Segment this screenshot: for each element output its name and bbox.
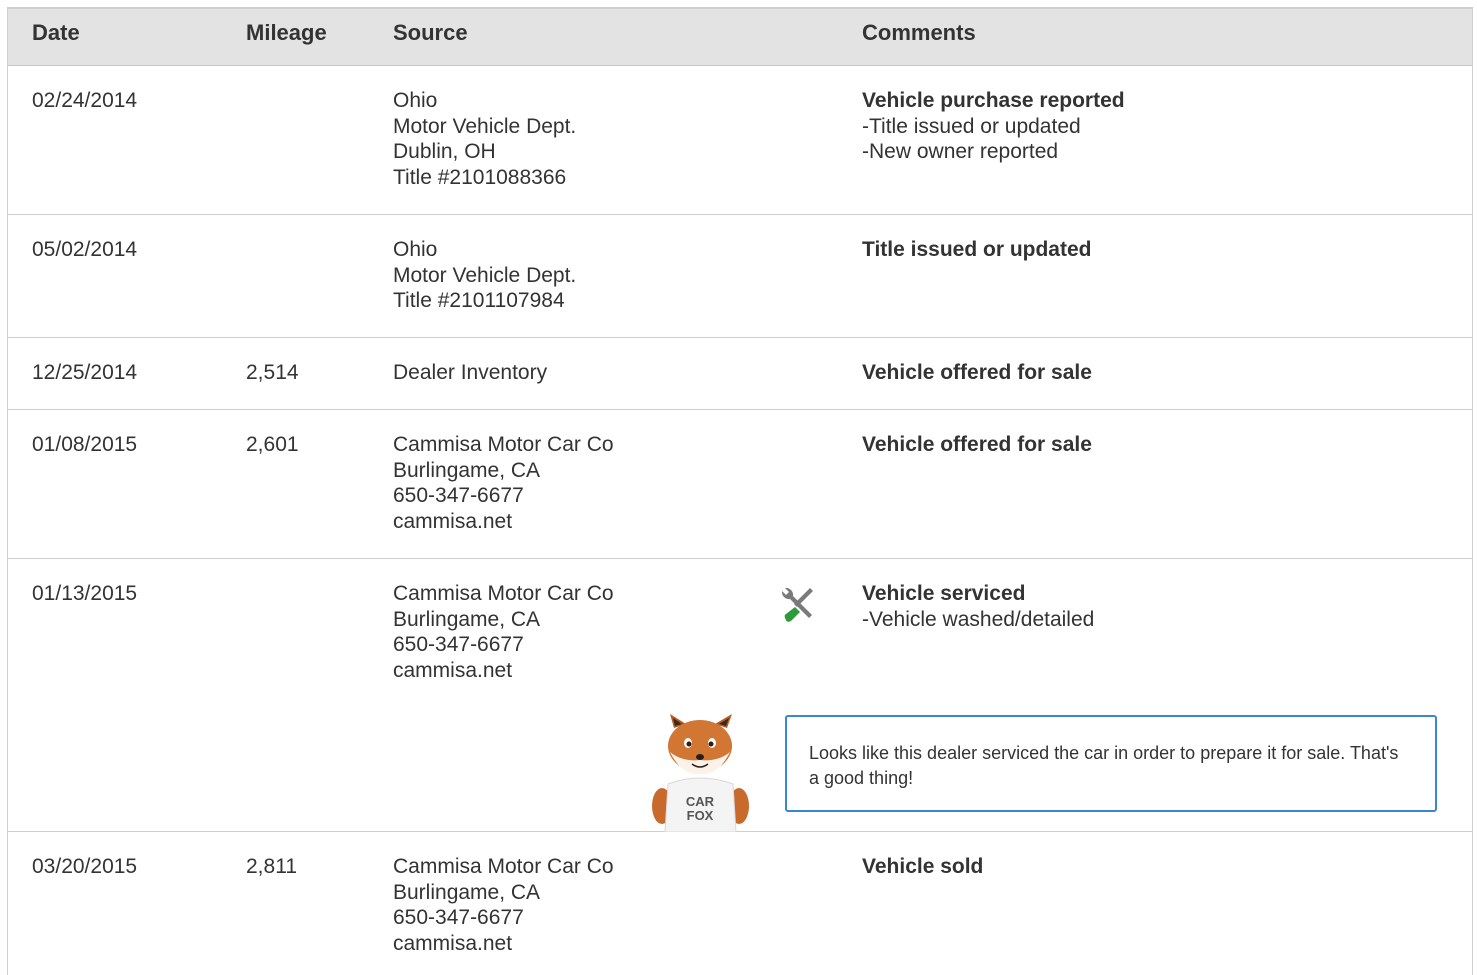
source-cell: Dealer Inventory [393, 360, 547, 386]
comment-title: Vehicle purchase reported [862, 89, 1125, 112]
source-cell: Cammisa Motor Car Co Burlingame, CA 650-… [393, 581, 614, 683]
table-header: Date Mileage Source Comments [8, 9, 1472, 66]
header-source: Source [393, 20, 468, 45]
comment-detail: New owner reported [862, 139, 1125, 165]
source-link: cammisa.net [393, 658, 513, 682]
comment-detail: Vehicle washed/detailed [862, 607, 1094, 633]
source-line: Dublin, OH [393, 140, 496, 163]
source-line: Title #2101088366 [393, 165, 567, 189]
comment-detail: Title issued or updated [862, 114, 1125, 140]
source-line: Title #2101107984 [393, 289, 565, 312]
source-line: 650-347-6677 [393, 484, 524, 507]
comments-cell: Vehicle purchase reported Title issued o… [862, 88, 1125, 165]
comments-cell: Vehicle offered for sale [862, 360, 1092, 386]
source-cell: Ohio Motor Vehicle Dept. Dublin, OH Titl… [393, 88, 576, 190]
date-cell: 05/02/2014 [32, 238, 138, 261]
mascot-shirt-text: CAR [686, 794, 715, 809]
date-cell: 01/13/2015 [32, 582, 138, 605]
table-row: 02/24/2014 Ohio Motor Vehicle Dept. Dubl… [8, 66, 1472, 215]
comment-title: Vehicle offered for sale [862, 361, 1092, 384]
source-line: 650-347-6677 [393, 633, 524, 656]
table-row: 05/02/2014 Ohio Motor Vehicle Dept. Titl… [8, 215, 1472, 338]
source-link: cammisa.net [393, 509, 513, 533]
source-line: Cammisa Motor Car Co [393, 855, 614, 878]
comment-title: Vehicle serviced [862, 582, 1026, 605]
carfox-mascot-icon: CAR FOX [652, 714, 749, 832]
date-cell: 01/08/2015 [32, 433, 138, 456]
header-mileage: Mileage [246, 20, 327, 45]
comment-title: Vehicle sold [862, 855, 984, 878]
tip-text: Looks like this dealer serviced the car … [809, 743, 1399, 788]
service-tools-icon [781, 587, 813, 622]
source-line: Dealer Inventory [393, 361, 548, 384]
source-line: Ohio [393, 89, 438, 112]
mascot-shirt-text: FOX [687, 808, 714, 823]
source-line: Burlingame, CA [393, 458, 541, 482]
comments-cell: Title issued or updated [862, 237, 1091, 263]
source-cell: Cammisa Motor Car Co Burlingame, CA 650-… [393, 432, 614, 534]
source-line: Burlingame, CA [393, 880, 541, 904]
vehicle-history-table: Date Mileage Source Comments 02/24/2014 … [7, 7, 1473, 975]
date-cell: 02/24/2014 [32, 89, 138, 112]
comment-title: Vehicle offered for sale [862, 433, 1092, 456]
date-cell: 03/20/2015 [32, 855, 138, 878]
carfox-tip-box: Looks like this dealer serviced the car … [785, 715, 1437, 812]
header-comments: Comments [862, 20, 976, 45]
source-line: 650-347-6677 [393, 906, 524, 929]
table-row: 01/13/2015 Cammisa Motor Car Co Burlinga… [8, 559, 1472, 832]
source-link: cammisa.net [393, 931, 513, 955]
source-line: Cammisa Motor Car Co [393, 582, 614, 605]
mileage-cell: 2,811 [246, 855, 297, 878]
mileage-cell: 2,514 [246, 361, 299, 384]
comment-title: Title issued or updated [862, 238, 1092, 261]
table-row: 03/20/2015 2,811 Cammisa Motor Car Co Bu… [8, 832, 1472, 975]
header-date: Date [32, 20, 80, 45]
source-line: Burlingame, CA [393, 607, 541, 631]
comments-cell: Vehicle sold [862, 854, 983, 880]
source-line: Ohio [393, 238, 438, 261]
source-cell: Cammisa Motor Car Co Burlingame, CA 650-… [393, 854, 614, 956]
table-row: 01/08/2015 2,601 Cammisa Motor Car Co Bu… [8, 410, 1472, 559]
comments-cell: Vehicle serviced Vehicle washed/detailed [862, 581, 1094, 632]
comments-cell: Vehicle offered for sale [862, 432, 1092, 458]
mileage-cell: 2,601 [246, 433, 299, 456]
source-line: Motor Vehicle Dept. [393, 114, 577, 138]
source-line: Cammisa Motor Car Co [393, 433, 614, 456]
source-line: Motor Vehicle Dept. [393, 263, 577, 287]
table-row: 12/25/2014 2,514 Dealer Inventory Vehicl… [8, 338, 1472, 410]
source-cell: Ohio Motor Vehicle Dept. Title #21011079… [393, 237, 576, 314]
date-cell: 12/25/2014 [32, 361, 138, 384]
